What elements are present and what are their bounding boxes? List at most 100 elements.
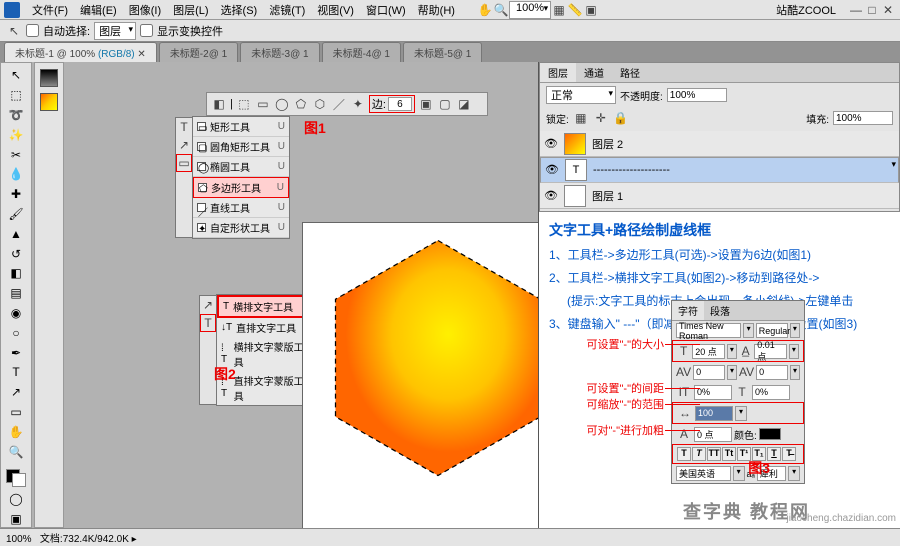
lock-pixel-icon[interactable]: ▦ <box>573 110 589 126</box>
document-canvas[interactable] <box>302 222 538 528</box>
intersect-icon[interactable]: ◪ <box>456 96 472 112</box>
lasso-tool[interactable]: ➰ <box>5 107 27 124</box>
shape-mode-4[interactable]: ⬠ <box>293 96 309 112</box>
flyout-rectangle[interactable]: ▭矩形工具U <box>193 117 289 137</box>
menu-select[interactable]: 选择(S) <box>215 2 264 18</box>
close-icon[interactable]: ✕ <box>880 2 896 18</box>
shape-icon[interactable]: ▭ <box>176 154 192 172</box>
layer-row-2[interactable]: 👁 图层 2 <box>540 131 899 157</box>
lock-position-icon[interactable]: ✛ <box>593 110 609 126</box>
shape-mode-5[interactable]: ⬡ <box>312 96 328 112</box>
tab-paths[interactable]: 路径 <box>612 63 648 82</box>
auto-select-dropdown[interactable]: 图层 <box>94 22 136 40</box>
menu-edit[interactable]: 编辑(E) <box>74 2 123 18</box>
eraser-tool[interactable]: ◧ <box>5 265 27 282</box>
arrow-icon-2[interactable]: ↗ <box>200 296 216 314</box>
language-select[interactable]: 美国英语 <box>676 466 731 481</box>
baseline-shift-input[interactable]: 0 点 <box>694 427 732 442</box>
menu-view[interactable]: 视图(V) <box>311 2 360 18</box>
lock-all-icon[interactable]: 🔒 <box>613 110 629 126</box>
minimize-icon[interactable]: — <box>848 2 864 18</box>
tab-doc-1[interactable]: 未标题-1 @ 100% (RGB/8) ✕ <box>4 42 157 62</box>
flyout-horizontal-type[interactable]: T横排文字工具 <box>219 297 313 316</box>
zoom-level-select[interactable]: 100% <box>509 1 551 19</box>
marquee-tool[interactable]: ⬚ <box>5 87 27 104</box>
fill-input[interactable]: 100% <box>833 111 893 125</box>
shape-mode-6[interactable]: ／ <box>331 96 347 112</box>
visibility-icon[interactable]: 👁 <box>545 163 559 177</box>
shape-mode-2[interactable]: ▭ <box>255 96 271 112</box>
italic-button[interactable]: T <box>692 447 706 461</box>
shape-mode-3[interactable]: ◯ <box>274 96 290 112</box>
allcaps-button[interactable]: TT <box>707 447 721 461</box>
smallcaps-button[interactable]: Tt <box>722 447 736 461</box>
layer-row-1[interactable]: 👁 图层 1 <box>540 183 899 209</box>
font-family-select[interactable]: Times New Roman <box>676 323 741 338</box>
type-icon[interactable]: T <box>176 118 192 136</box>
pen-tool[interactable]: ✒ <box>5 344 27 361</box>
maximize-icon[interactable]: □ <box>864 2 880 18</box>
tab-channels[interactable]: 通道 <box>576 63 612 82</box>
layer-row-text[interactable]: 👁 T --------------------- <box>540 157 899 183</box>
hand-icon[interactable]: ✋ <box>477 2 493 18</box>
blend-mode-select[interactable]: 正常 <box>546 86 616 104</box>
font-size-input[interactable]: 20 点 <box>692 344 724 359</box>
swatch-2[interactable] <box>40 93 58 111</box>
menu-file[interactable]: 文件(F) <box>26 2 74 18</box>
quick-mask-tool[interactable]: ◯ <box>5 490 27 507</box>
shape-mode-7[interactable]: ✦ <box>350 96 366 112</box>
combine-icon[interactable]: ▣ <box>418 96 434 112</box>
swatch-1[interactable] <box>40 69 58 87</box>
wand-tool[interactable]: ✨ <box>5 126 27 143</box>
visibility-icon[interactable]: 👁 <box>544 137 558 151</box>
menu-image[interactable]: 图像(I) <box>123 2 167 18</box>
menu-filter[interactable]: 滤镜(T) <box>263 2 311 18</box>
menu-window[interactable]: 窗口(W) <box>360 2 412 18</box>
flyout-custom-shape[interactable]: ✦自定形状工具U <box>193 218 289 238</box>
opacity-input[interactable]: 100% <box>667 88 727 102</box>
history-brush-tool[interactable]: ↺ <box>5 245 27 262</box>
flyout-vertical-type[interactable]: ↓T直排文字工具 <box>217 318 315 337</box>
tab-character[interactable]: 字符 <box>672 301 704 320</box>
type-icon-2[interactable]: T <box>200 314 216 332</box>
sides-input[interactable] <box>388 97 412 111</box>
shape-tool[interactable]: ▭ <box>5 404 27 421</box>
flyout-rounded-rect[interactable]: ▢圆角矩形工具U <box>193 137 289 157</box>
subtract-icon[interactable]: ▢ <box>437 96 453 112</box>
hscale-input[interactable]: 100 <box>695 406 733 421</box>
vscale-input[interactable]: 0% <box>694 385 732 400</box>
stamp-tool[interactable]: ▲ <box>5 225 27 242</box>
arrow-icon[interactable]: ↗ <box>176 136 192 154</box>
tab-doc-5[interactable]: 未标题-5@ 1 <box>403 42 482 62</box>
flyout-line[interactable]: ／直线工具U <box>193 198 289 218</box>
transform-controls-checkbox[interactable] <box>140 24 153 37</box>
leading-input[interactable]: 0.01 点 <box>754 344 786 359</box>
shape-mode-1[interactable]: ⬚ <box>236 96 252 112</box>
menu-help[interactable]: 帮助(H) <box>412 2 461 18</box>
eyedropper-tool[interactable]: 💧 <box>5 166 27 183</box>
crop-tool[interactable]: ✂ <box>5 146 27 163</box>
baseline-input[interactable]: 0% <box>752 385 790 400</box>
zoom-icon[interactable]: 🔍 <box>493 2 509 18</box>
grid-icon[interactable]: ▦ <box>551 2 567 18</box>
screen-mode-tool[interactable]: ▣ <box>5 510 27 527</box>
flyout-polygon[interactable]: ⬠多边形工具U <box>193 177 289 198</box>
font-style-select[interactable]: Regular <box>756 323 788 338</box>
tab-doc-4[interactable]: 未标题-4@ 1 <box>322 42 401 62</box>
type-tool[interactable]: T <box>5 364 27 381</box>
heal-tool[interactable]: ✚ <box>5 186 27 203</box>
zoom-tool[interactable]: 🔍 <box>5 443 27 460</box>
tab-doc-3[interactable]: 未标题-3@ 1 <box>240 42 319 62</box>
tracking-input[interactable]: 0 <box>756 365 788 380</box>
visibility-icon[interactable]: 👁 <box>544 189 558 203</box>
move-tool[interactable]: ↖ <box>5 67 27 84</box>
tab-doc-2[interactable]: 未标题-2@ 1 <box>159 42 238 62</box>
strikethrough-button[interactable]: T̶ <box>782 447 796 461</box>
text-color-swatch[interactable] <box>759 428 781 440</box>
bold-button[interactable]: T <box>677 447 691 461</box>
tab-paragraph[interactable]: 段落 <box>704 301 736 320</box>
kerning-input[interactable]: 0 <box>693 365 725 380</box>
hand-tool[interactable]: ✋ <box>5 423 27 440</box>
auto-select-checkbox[interactable] <box>26 24 39 37</box>
dropdown-icon[interactable]: ▾ <box>743 323 753 338</box>
